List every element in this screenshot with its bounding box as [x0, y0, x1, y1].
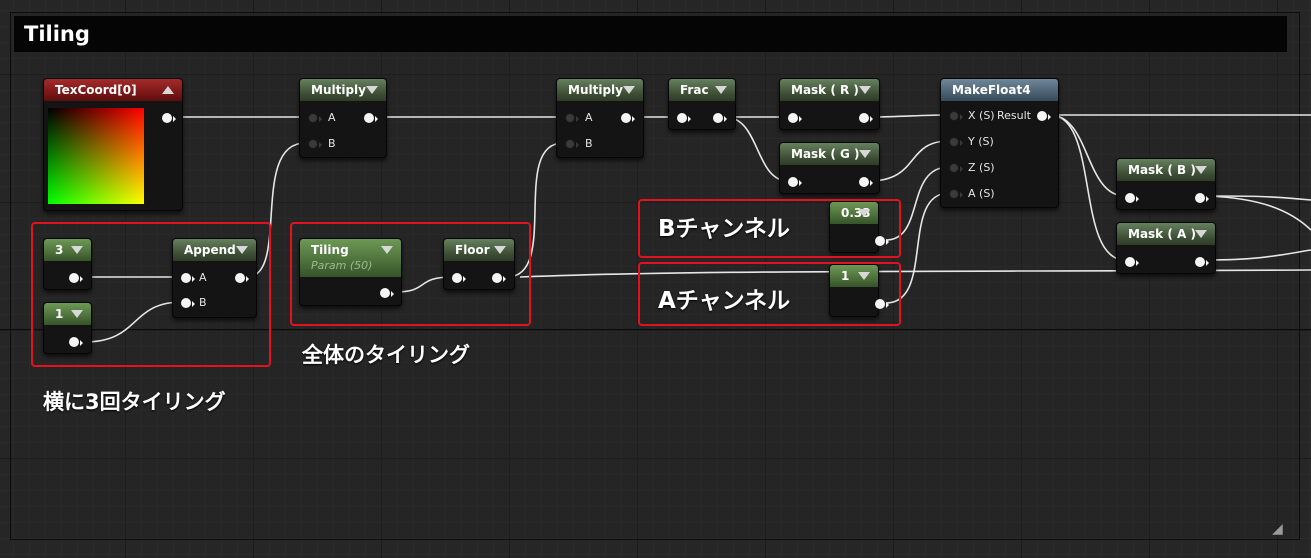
node-multiply-1[interactable]: Multiply A B: [299, 78, 387, 158]
node-title: Mask ( G ): [791, 147, 860, 161]
input-pin[interactable]: [1125, 193, 1139, 205]
node-mask-g[interactable]: Mask ( G ): [779, 142, 880, 194]
pin-label-a: A: [328, 111, 336, 124]
output-pin[interactable]: [162, 113, 176, 125]
chevron-up-icon[interactable]: [162, 86, 174, 94]
input-pin-a[interactable]: [949, 189, 963, 201]
output-pin-result[interactable]: [1037, 111, 1051, 123]
node-mask-a[interactable]: Mask ( A ): [1116, 222, 1216, 274]
output-pin[interactable]: [859, 177, 873, 189]
input-pin-a[interactable]: [565, 113, 579, 125]
node-title: Mask ( A ): [1128, 227, 1196, 241]
node-title: Mask ( B ): [1128, 163, 1196, 177]
resize-grip-icon[interactable]: ◢: [1272, 522, 1286, 536]
chevron-down-icon[interactable]: [859, 150, 871, 158]
input-pin-x[interactable]: [949, 111, 963, 123]
input-pin[interactable]: [788, 113, 802, 125]
pin-label-a: A: [585, 111, 593, 124]
node-title: Multiply: [568, 83, 623, 97]
chevron-down-icon[interactable]: [366, 86, 378, 94]
pin-label-y: Y (S): [968, 135, 994, 148]
pin-label-b: B: [328, 137, 336, 150]
pin-label-b: B: [585, 137, 593, 150]
output-pin[interactable]: [621, 113, 635, 125]
annotation-box-horizontal-tiling: [31, 222, 271, 367]
annotation-box-overall-tiling: [290, 222, 531, 326]
chevron-down-icon[interactable]: [859, 86, 871, 94]
node-title: Frac: [680, 83, 709, 97]
pin-label-x: X (S): [968, 109, 995, 122]
pin-label-a: A (S): [968, 187, 995, 200]
node-mask-r[interactable]: Mask ( R ): [779, 78, 880, 130]
node-title: TexCoord[0]: [55, 83, 137, 97]
texcoord-preview: [48, 108, 144, 204]
chevron-down-icon[interactable]: [1195, 230, 1207, 238]
output-pin[interactable]: [859, 113, 873, 125]
node-title: MakeFloat4: [952, 83, 1031, 97]
material-graph-canvas[interactable]: Tiling TexCoord[0] 3 1 Append A B Multip…: [0, 0, 1311, 558]
input-pin-z[interactable]: [949, 163, 963, 175]
input-pin[interactable]: [788, 177, 802, 189]
input-pin-b[interactable]: [565, 139, 579, 151]
node-multiply-2[interactable]: Multiply A B: [556, 78, 644, 158]
node-title: Multiply: [311, 83, 366, 97]
output-pin[interactable]: [713, 113, 727, 125]
input-pin-b[interactable]: [308, 139, 322, 151]
input-pin-a[interactable]: [308, 113, 322, 125]
output-pin[interactable]: [1195, 193, 1209, 205]
annotation-a-channel: Aチャンネル: [658, 288, 791, 314]
chevron-down-icon[interactable]: [1195, 166, 1207, 174]
comment-title: Tiling: [24, 22, 90, 46]
input-pin[interactable]: [677, 113, 691, 125]
input-pin[interactable]: [1125, 257, 1139, 269]
node-makefloat4[interactable]: MakeFloat4 X (S) Result Y (S) Z (S) A (S…: [940, 78, 1059, 208]
input-pin-y[interactable]: [949, 137, 963, 149]
output-pin[interactable]: [1195, 257, 1209, 269]
output-pin[interactable]: [364, 113, 378, 125]
chevron-down-icon[interactable]: [623, 86, 635, 94]
annotation-horizontal-tiling: 横に3回タイリング: [43, 390, 226, 414]
pin-label-result: Result: [997, 109, 1031, 122]
node-texcoord[interactable]: TexCoord[0]: [43, 78, 183, 211]
comment-header[interactable]: [14, 16, 1287, 52]
chevron-down-icon[interactable]: [715, 86, 727, 94]
annotation-overall-tiling: 全体のタイリング: [302, 343, 470, 367]
node-mask-b[interactable]: Mask ( B ): [1116, 158, 1216, 210]
pin-label-z: Z (S): [968, 161, 995, 174]
node-title: Mask ( R ): [791, 83, 859, 97]
annotation-b-channel: Bチャンネル: [658, 216, 790, 242]
node-header[interactable]: MakeFloat4: [941, 79, 1058, 101]
node-frac[interactable]: Frac: [668, 78, 736, 130]
